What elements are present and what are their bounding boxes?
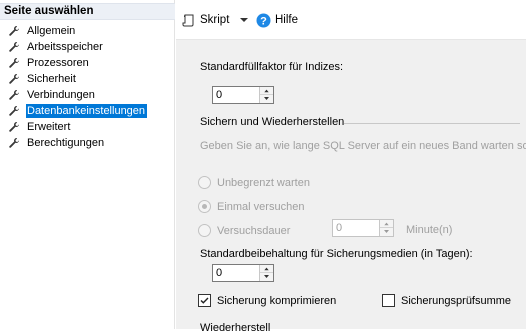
chevron-down-icon[interactable] [239,14,249,26]
arrow-up-icon[interactable] [380,220,393,228]
sidebar-item-label: Allgemein [27,25,76,37]
sidebar-item-label: Prozessoren [27,57,89,69]
wrench-icon [9,90,19,100]
duration-stepper[interactable]: 0 [332,219,394,237]
sidebar-item-datenbankeinstellungen[interactable]: Datenbankeinstellungen [8,103,173,119]
sidebar-item-prozessoren[interactable]: Prozessoren [8,55,173,71]
sidebar-item-label: Arbeitsspeicher [27,41,103,53]
radio-circle [198,224,211,237]
radio-try-once[interactable]: Einmal versuchen [198,200,304,213]
sidebar-item-arbeitsspeicher[interactable]: Arbeitsspeicher [8,39,173,55]
sidebar-item-verbindungen[interactable]: Verbindungen [8,87,173,103]
checkbox-label: Sicherungsprüfsumme [401,294,512,307]
section-restore-partial: Wiederherstell [200,322,271,334]
stepper-arrows [259,265,273,281]
radio-circle [198,176,211,189]
arrow-up-icon[interactable] [260,265,273,273]
checkbox-box [198,294,211,307]
svg-text:?: ? [260,15,267,27]
duration-value: 0 [336,222,343,234]
sidebar-item-label: Sicherheit [27,73,76,85]
sidebar-item-label: Berechtigungen [27,137,105,149]
wrench-icon [9,106,19,116]
sidebar-item-label: Datenbankeinstellungen [26,104,148,118]
script-button[interactable]: Skript [182,11,229,29]
stepper-arrows [259,87,273,103]
wrench-icon [9,26,19,36]
compress-backup-checkbox[interactable]: Sicherung komprimieren [198,294,336,307]
retention-stepper[interactable]: 0 [212,264,274,282]
wrench-icon [9,58,19,68]
script-icon [182,14,194,27]
radio-wait-unlimited[interactable]: Unbegrenzt warten [198,176,310,189]
wrench-icon [9,122,19,132]
fill-factor-label: Standardfüllfaktor für Indizes: [200,61,344,73]
sidebar-item-sicherheit[interactable]: Sicherheit [8,71,173,87]
sidebar-item-allgemein[interactable]: Allgemein [8,23,173,39]
radio-try-duration[interactable]: Versuchsdauer [198,224,290,237]
sidebar-item-berechtigungen[interactable]: Berechtigungen [8,135,173,151]
sidebar-item-erweitert[interactable]: Erweitert [8,119,173,135]
radio-label: Versuchsdauer [217,224,291,237]
help-button[interactable]: ? Hilfe [256,11,298,29]
retention-label: Standardbeibehaltung für Sicherungsmedie… [200,248,473,260]
settings-panel: Standardfüllfaktor für Indizes: 0 Sicher… [176,40,526,334]
radio-label: Einmal versuchen [217,200,305,213]
arrow-down-icon[interactable] [260,95,273,103]
radio-label: Unbegrenzt warten [217,176,310,189]
help-icon: ? [256,13,271,27]
fill-factor-stepper[interactable]: 0 [212,86,274,104]
page-selector-sidebar: Seite auswählen Allgemein Arbeitsspeiche… [0,0,175,329]
wrench-icon [9,138,19,148]
duration-unit: Minute(n) [406,224,453,236]
arrow-down-icon[interactable] [380,228,393,236]
tape-wait-prompt: Geben Sie an, wie lange SQL Server auf e… [200,140,526,152]
sidebar-header: Seite auswählen [0,3,175,20]
arrow-down-icon[interactable] [260,273,273,281]
wrench-icon [9,42,19,52]
section-divider [344,123,520,124]
sidebar-item-label: Erweitert [27,121,71,133]
sidebar-item-label: Verbindungen [27,89,95,101]
checkbox-label: Sicherung komprimieren [217,294,337,307]
arrow-up-icon[interactable] [260,87,273,95]
script-label: Skript [200,14,230,26]
section-backup-restore: Sichern und Wiederherstellen [200,116,345,128]
help-label: Hilfe [275,14,299,26]
retention-value: 0 [216,267,223,279]
wrench-icon [9,74,19,84]
radio-circle [198,200,211,213]
stepper-arrows [379,220,393,236]
checkmark-icon [200,297,209,304]
backup-checksum-checkbox[interactable]: Sicherungsprüfsumme [382,294,511,307]
checkbox-box [382,294,395,307]
fill-factor-value: 0 [216,89,223,101]
toolbar: Skript ? Hilfe [176,0,526,40]
